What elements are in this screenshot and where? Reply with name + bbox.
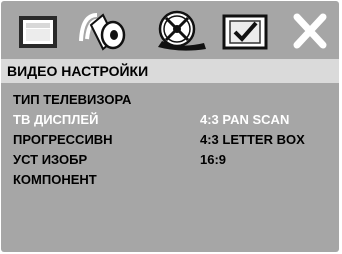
general-settings-icon[interactable] bbox=[7, 9, 67, 53]
option-widescreen[interactable]: 16:9 bbox=[200, 150, 339, 170]
menu-item-tv-type[interactable]: ТИП ТЕЛЕВИЗОРА bbox=[1, 90, 339, 110]
video-settings-icon[interactable] bbox=[144, 9, 210, 53]
exit-icon[interactable] bbox=[283, 9, 337, 53]
menu-item-label: КОМПОНЕНТ bbox=[13, 172, 97, 187]
category-icon-bar bbox=[1, 1, 339, 59]
menu-item-label: ПРОГРЕССИВН bbox=[13, 132, 113, 147]
audio-settings-icon[interactable] bbox=[73, 9, 135, 53]
menu-item-label: ТИП ТЕЛЕВИЗОРА bbox=[13, 92, 132, 107]
page-title: ВИДЕО НАСТРОЙКИ bbox=[7, 63, 149, 79]
menu-item-label: УСТ ИЗОБР bbox=[13, 152, 88, 167]
screen: ВИДЕО НАСТРОЙКИ ТИП ТЕЛЕВИЗОРА ТВ ДИСПЛЕ… bbox=[0, 0, 342, 254]
option-letter-box[interactable]: 4:3 LETTER BOX bbox=[200, 130, 339, 150]
page-title-bar: ВИДЕО НАСТРОЙКИ bbox=[1, 59, 339, 83]
osd-panel: ВИДЕО НАСТРОЙКИ ТИП ТЕЛЕВИЗОРА ТВ ДИСПЛЕ… bbox=[1, 1, 339, 252]
menu-item-label: ТВ ДИСПЛЕЙ bbox=[13, 112, 99, 127]
preferences-icon[interactable] bbox=[214, 9, 274, 53]
option-pan-scan[interactable]: 4:3 PAN SCAN bbox=[200, 110, 339, 130]
menu-item-component[interactable]: КОМПОНЕНТ bbox=[1, 170, 339, 190]
